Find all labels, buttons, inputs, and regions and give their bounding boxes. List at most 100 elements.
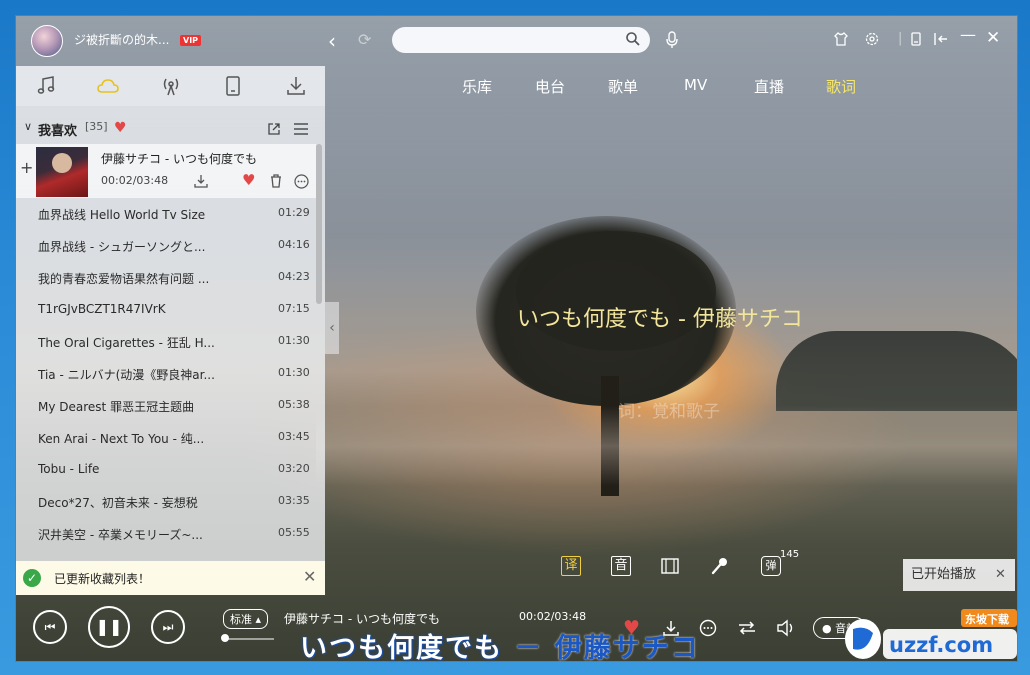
progress-handle[interactable] [221, 634, 229, 642]
list-item[interactable]: My Dearest 罪恶王冠主题曲 05:38 [16, 390, 316, 422]
list-item[interactable]: Ken Arai - Next To You - 纯... 03:45 [16, 422, 316, 454]
phonetic-button[interactable]: 音 [611, 556, 631, 576]
more-icon[interactable] [294, 174, 309, 189]
compact-mode-icon[interactable] [933, 31, 949, 47]
radio-icon[interactable] [159, 74, 183, 98]
song-name: Tobu - Life [38, 462, 100, 476]
playlist-count: [35] [85, 120, 108, 133]
heart-icon: ♥ [114, 120, 127, 136]
playlist-scrollbar[interactable] [316, 144, 322, 304]
close-icon[interactable]: ✕ [303, 567, 316, 586]
song-duration: 03:45 [278, 430, 310, 443]
collapse-sidebar-handle[interactable]: ‹ [325, 302, 339, 354]
sidebar: ∨ 我喜欢 [35] ♥ + 伊藤サチコ - いつも何度でも 00:02/03:… [16, 66, 325, 576]
song-name: 我的青春恋爱物语果然有问题 ... [38, 272, 210, 286]
progress-bar[interactable] [224, 638, 274, 640]
desktop-lyric-sung: いつも何度でも [300, 633, 503, 664]
now-playing-time: 00:02/03:48 [519, 610, 587, 623]
delete-icon[interactable] [269, 174, 283, 188]
tab-radio[interactable]: 电台 [535, 76, 565, 97]
danmu-count: 145 [780, 549, 800, 560]
song-duration: 03:35 [278, 494, 310, 507]
list-item[interactable]: T1rGJvBCZT1R47IVrK 07:15 [16, 294, 316, 326]
mini-mode-icon[interactable] [909, 31, 923, 47]
sidebar-tabs [16, 66, 325, 106]
film-icon[interactable] [660, 556, 680, 576]
back-icon[interactable]: ‹ [328, 29, 336, 53]
song-duration: 04:23 [278, 270, 310, 283]
heart-icon[interactable]: ♥ [242, 171, 255, 189]
list-item[interactable]: 血界战线 Hello World Tv Size 01:29 [16, 198, 316, 230]
list-item[interactable]: The Oral Cigarettes - 狂乱 H... 01:30 [16, 326, 316, 358]
desktop-lyric-unsung: － 伊藤サチコ [503, 633, 700, 664]
repeat-icon[interactable] [737, 619, 757, 637]
search-icon[interactable] [625, 31, 641, 47]
list-item[interactable]: 沢井美空 - 卒業メモリーズ~... 05:55 [16, 518, 316, 550]
menu-icon[interactable] [293, 122, 309, 136]
song-name: 沢井美空 - 卒業メモリーズ~... [38, 528, 203, 542]
translate-button[interactable]: 译 [561, 556, 581, 576]
music-note-icon[interactable] [34, 74, 58, 98]
tab-library[interactable]: 乐库 [462, 76, 492, 97]
tab-lyrics[interactable]: 歌词 [826, 76, 856, 97]
username[interactable]: ジ被折斷の的木... [74, 31, 169, 48]
refresh-icon[interactable]: ⟳ [358, 30, 371, 49]
song-duration: 03:20 [278, 462, 310, 475]
song-name: T1rGJvBCZT1R47IVrK [38, 302, 166, 316]
danmu-button[interactable]: 弹 [761, 556, 781, 576]
list-item[interactable]: Tobu - Life 03:20 [16, 454, 316, 486]
download-icon[interactable] [194, 174, 208, 188]
toast-text: 已更新收藏列表！ [54, 572, 151, 586]
voice-search-icon[interactable] [664, 30, 680, 50]
playlist-title[interactable]: 我喜欢 [38, 120, 77, 139]
add-icon[interactable]: + [20, 158, 33, 177]
vip-badge[interactable]: VIP [180, 35, 202, 46]
playlist-header: ∨ 我喜欢 [35] ♥ [16, 118, 325, 142]
more-icon[interactable] [699, 619, 717, 637]
tab-live[interactable]: 直播 [754, 76, 784, 97]
divider: | [898, 31, 903, 46]
list-item[interactable]: 血界战线 - シュガーソングと... 04:16 [16, 230, 316, 262]
song-name: Tia - ニルバナ(动漫《野良神ar... [38, 368, 215, 382]
avatar[interactable] [31, 25, 63, 57]
album-cover [36, 147, 88, 197]
search-input[interactable] [392, 27, 650, 53]
current-song-row[interactable]: + 伊藤サチコ - いつも何度でも 00:02/03:48 ♥ [16, 144, 316, 198]
list-item[interactable]: Deco*27、初音未来 - 妄想税 03:35 [16, 486, 316, 518]
close-icon[interactable]: ✕ [986, 28, 1000, 48]
song-duration: 01:30 [278, 366, 310, 379]
site-watermark-logo: uzzf.com 东坡下载 [845, 609, 1017, 659]
cloud-icon[interactable] [96, 74, 120, 98]
check-icon: ✓ [23, 569, 41, 587]
quality-dropdown[interactable]: 标准 ▴ [223, 609, 269, 629]
song-name: The Oral Cigarettes - 狂乱 H... [38, 336, 215, 350]
download-icon[interactable] [284, 74, 308, 98]
karaoke-mic-icon[interactable] [710, 556, 730, 576]
current-song-title: 伊藤サチコ - いつも何度でも [101, 152, 257, 166]
background-tree-top [516, 231, 716, 351]
list-item[interactable]: 我的青春恋爱物语果然有问题 ... 04:23 [16, 262, 316, 294]
tab-mv[interactable]: MV [684, 76, 707, 94]
close-icon[interactable]: ✕ [995, 559, 1006, 591]
minimize-icon[interactable]: — [960, 25, 976, 44]
list-item[interactable]: Tia - ニルバナ(动漫《野良神ar... 01:30 [16, 358, 316, 390]
previous-button[interactable]: ⏮ [33, 610, 67, 644]
lyric-current-line: いつも何度でも - 伊藤サチコ [517, 307, 803, 332]
now-playing-title: 伊藤サチコ - いつも何度でも [284, 612, 440, 626]
desktop-lyric[interactable]: いつも何度でも － 伊藤サチコ [300, 626, 700, 665]
chevron-down-icon[interactable]: ∨ [24, 120, 32, 133]
music-player-window: ジ被折斷の的木... VIP ‹ ⟳ | — ✕ 乐库 电台 歌单 MV 直播 … [15, 15, 1018, 662]
skin-icon[interactable] [833, 31, 849, 47]
pause-button[interactable]: ❚❚ [88, 606, 130, 648]
song-duration: 01:29 [278, 206, 310, 219]
next-button[interactable]: ⏭ [151, 610, 185, 644]
share-icon[interactable] [267, 122, 281, 136]
phone-icon[interactable] [221, 74, 245, 98]
svg-text:东坡下载: 东坡下载 [965, 612, 1009, 626]
background-far-trees [776, 331, 1017, 411]
settings-icon[interactable] [864, 31, 880, 47]
current-song-time: 00:02/03:48 [101, 174, 169, 187]
tab-playlists[interactable]: 歌单 [608, 76, 638, 97]
volume-icon[interactable] [776, 619, 796, 637]
toast-notification: ✓ 已更新收藏列表！ ✕ [16, 561, 325, 595]
